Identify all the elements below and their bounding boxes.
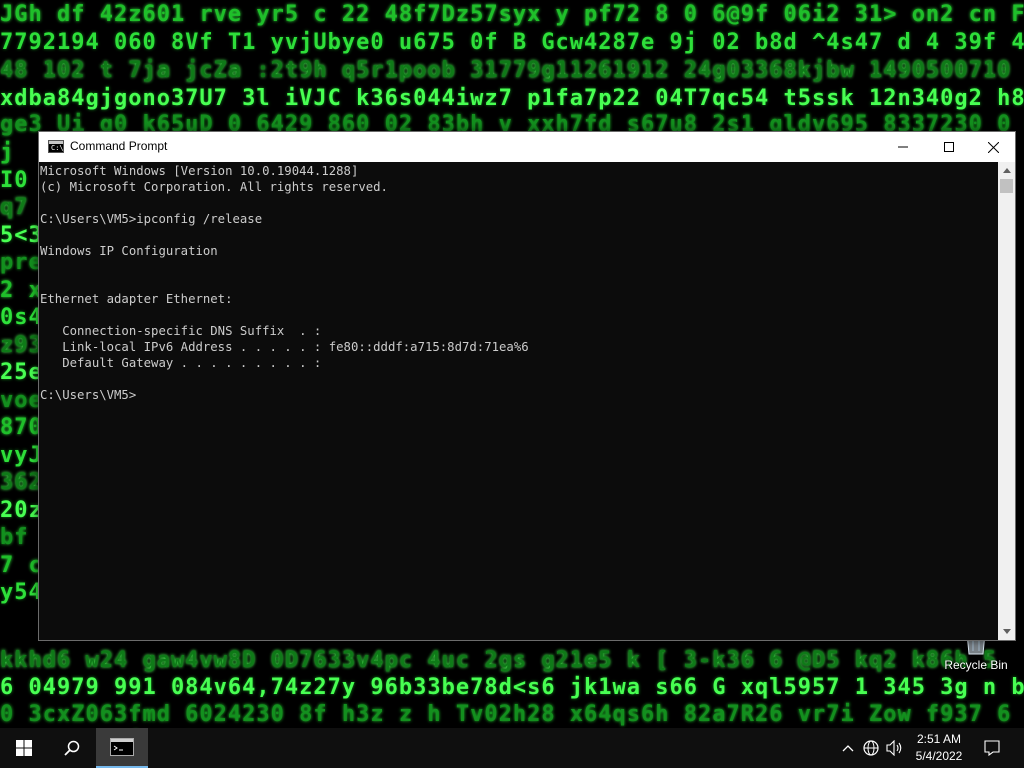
scroll-up-button[interactable] — [998, 162, 1015, 179]
console-line: C:\Users\VM5>ipconfig /release — [40, 212, 263, 226]
start-button[interactable] — [0, 728, 48, 768]
wallpaper-glyph-row: 25e — [0, 360, 43, 385]
close-icon — [987, 141, 999, 153]
wallpaper-glyph-row: 0 3cxZ063fmd 6024230 8f h3z z h Tv02h28 … — [0, 702, 1024, 727]
taskbar-command-prompt[interactable] — [96, 728, 148, 768]
vertical-scrollbar[interactable] — [998, 162, 1015, 640]
console-line: Ethernet adapter Ethernet: — [40, 292, 233, 306]
search-icon — [64, 740, 80, 756]
window-title: Command Prompt — [70, 139, 168, 153]
wallpaper-glyph-row: 0s4 — [0, 305, 43, 330]
console-line: Microsoft Windows [Version 10.0.19044.12… — [40, 164, 359, 178]
wallpaper-glyph-row: 6 04979 991 084v64,74z27y 96b33be78d<s6 … — [0, 675, 1024, 700]
console-output[interactable]: Microsoft Windows [Version 10.0.19044.12… — [40, 163, 998, 639]
clock-date: 5/4/2022 — [915, 749, 963, 763]
network-button[interactable] — [860, 728, 882, 768]
wallpaper-glyph-row: 7 c — [0, 552, 43, 578]
wallpaper-glyph-row: xdba84gjgono37U7 3l iVJC k36s044iwz7 p1f… — [0, 86, 1024, 111]
wallpaper-glyph-row: 362 — [0, 470, 43, 495]
scrollbar-thumb[interactable] — [1000, 179, 1013, 193]
wallpaper-glyph-row: bf — [0, 525, 29, 550]
wallpaper-glyph-row: I0 — [0, 167, 29, 193]
wallpaper-glyph-row: voe — [0, 387, 43, 413]
wallpaper-glyph-row: JGh df 42z601 rve yr5 c 22 48f7Dz57syx y… — [0, 2, 1024, 27]
wallpaper-glyph-row: pre — [0, 250, 43, 275]
cmd-icon — [110, 738, 134, 756]
wallpaper-glyph-row: 870 — [0, 415, 43, 440]
console-line: Connection-specific DNS Suffix . : — [40, 324, 322, 338]
close-button[interactable] — [970, 132, 1016, 162]
console-line: C:\Users\VM5> — [40, 388, 137, 402]
show-hidden-icons-button[interactable] — [838, 728, 858, 768]
notification-icon — [984, 740, 1000, 756]
scroll-down-button[interactable] — [998, 623, 1015, 640]
action-center-button[interactable] — [972, 728, 1012, 768]
wallpaper-glyph-row: 48 102 t 7ja jcZa :2t9h q5r1poob 31779g1… — [0, 58, 1024, 83]
console-line: Default Gateway . . . . . . . . . : — [40, 356, 322, 370]
wallpaper-glyph-row: z93 — [0, 332, 43, 358]
wallpaper-glyph-row: j — [0, 140, 15, 165]
clock-time: 2:51 AM — [916, 732, 962, 746]
console-line: Link-local IPv6 Address . . . . . : fe80… — [40, 340, 529, 354]
maximize-button[interactable] — [926, 132, 972, 162]
clock[interactable]: 2:51 AM 5/4/2022 — [908, 731, 970, 765]
search-button[interactable] — [48, 728, 96, 768]
wallpaper-glyph-row: 20z — [0, 497, 43, 523]
windows-logo-icon — [16, 740, 32, 756]
volume-button[interactable] — [884, 728, 906, 768]
volume-icon — [886, 740, 902, 756]
taskbar: 2:51 AM 5/4/2022 — [0, 728, 1024, 768]
command-prompt-window[interactable]: C:\ Command Prompt Microsoft Windows [Ve… — [38, 131, 1016, 641]
wallpaper-glyph-row: q7 — [0, 195, 29, 220]
cmd-icon: C:\ — [48, 140, 64, 153]
wallpaper-glyph-row: kkhd6 w24 gaw4vw8D 0D7633v4pc 4uc 2gs g2… — [0, 648, 998, 673]
wallpaper-glyph-row: 7792194 060 8Vf T1 yvjUbye0 u675 0f B Gc… — [0, 30, 1024, 55]
minimize-button[interactable] — [880, 132, 926, 162]
minimize-icon — [898, 146, 908, 148]
recycle-bin-label: Recycle Bin — [944, 658, 1008, 672]
wallpaper-glyph-row: 2 x — [0, 277, 43, 303]
network-icon — [863, 740, 879, 756]
scroll-up-icon — [1002, 168, 1011, 173]
scroll-down-icon — [1002, 629, 1011, 634]
chevron-up-icon — [842, 745, 854, 752]
wallpaper-glyph-row: vyJ — [0, 442, 43, 468]
maximize-icon — [944, 142, 954, 152]
window-titlebar[interactable]: C:\ Command Prompt — [39, 132, 1015, 162]
wallpaper-glyph-row: y54 — [0, 580, 43, 605]
console-line: (c) Microsoft Corporation. All rights re… — [40, 180, 388, 194]
wallpaper-glyph-row: 5<3 — [0, 222, 43, 248]
console-line: Windows IP Configuration — [40, 244, 218, 258]
